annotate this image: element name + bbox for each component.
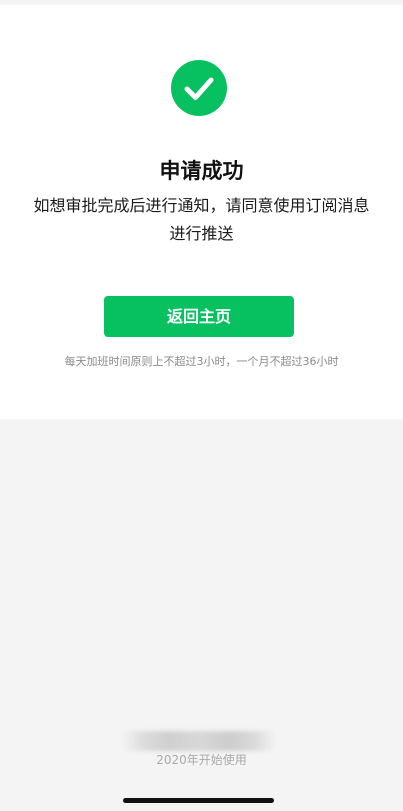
result-description: 如想审批完成后进行通知，请同意使用订阅消息进行推送 — [33, 196, 370, 243]
home-indicator[interactable] — [123, 798, 274, 803]
footer-since-text: 2020年开始使用 — [156, 753, 247, 767]
result-card: 申请成功 如想审批完成后进行通知，请同意使用订阅消息进行推送 返回主页 每天加班… — [0, 5, 403, 419]
overtime-tip: 每天加班时间原则上不超过3小时，一个月不超过36小时 — [64, 355, 339, 368]
result-title: 申请成功 — [159, 159, 244, 183]
success-check-icon — [171, 60, 227, 116]
blurred-brand-text — [122, 731, 276, 751]
return-home-button[interactable]: 返回主页 — [104, 296, 294, 337]
